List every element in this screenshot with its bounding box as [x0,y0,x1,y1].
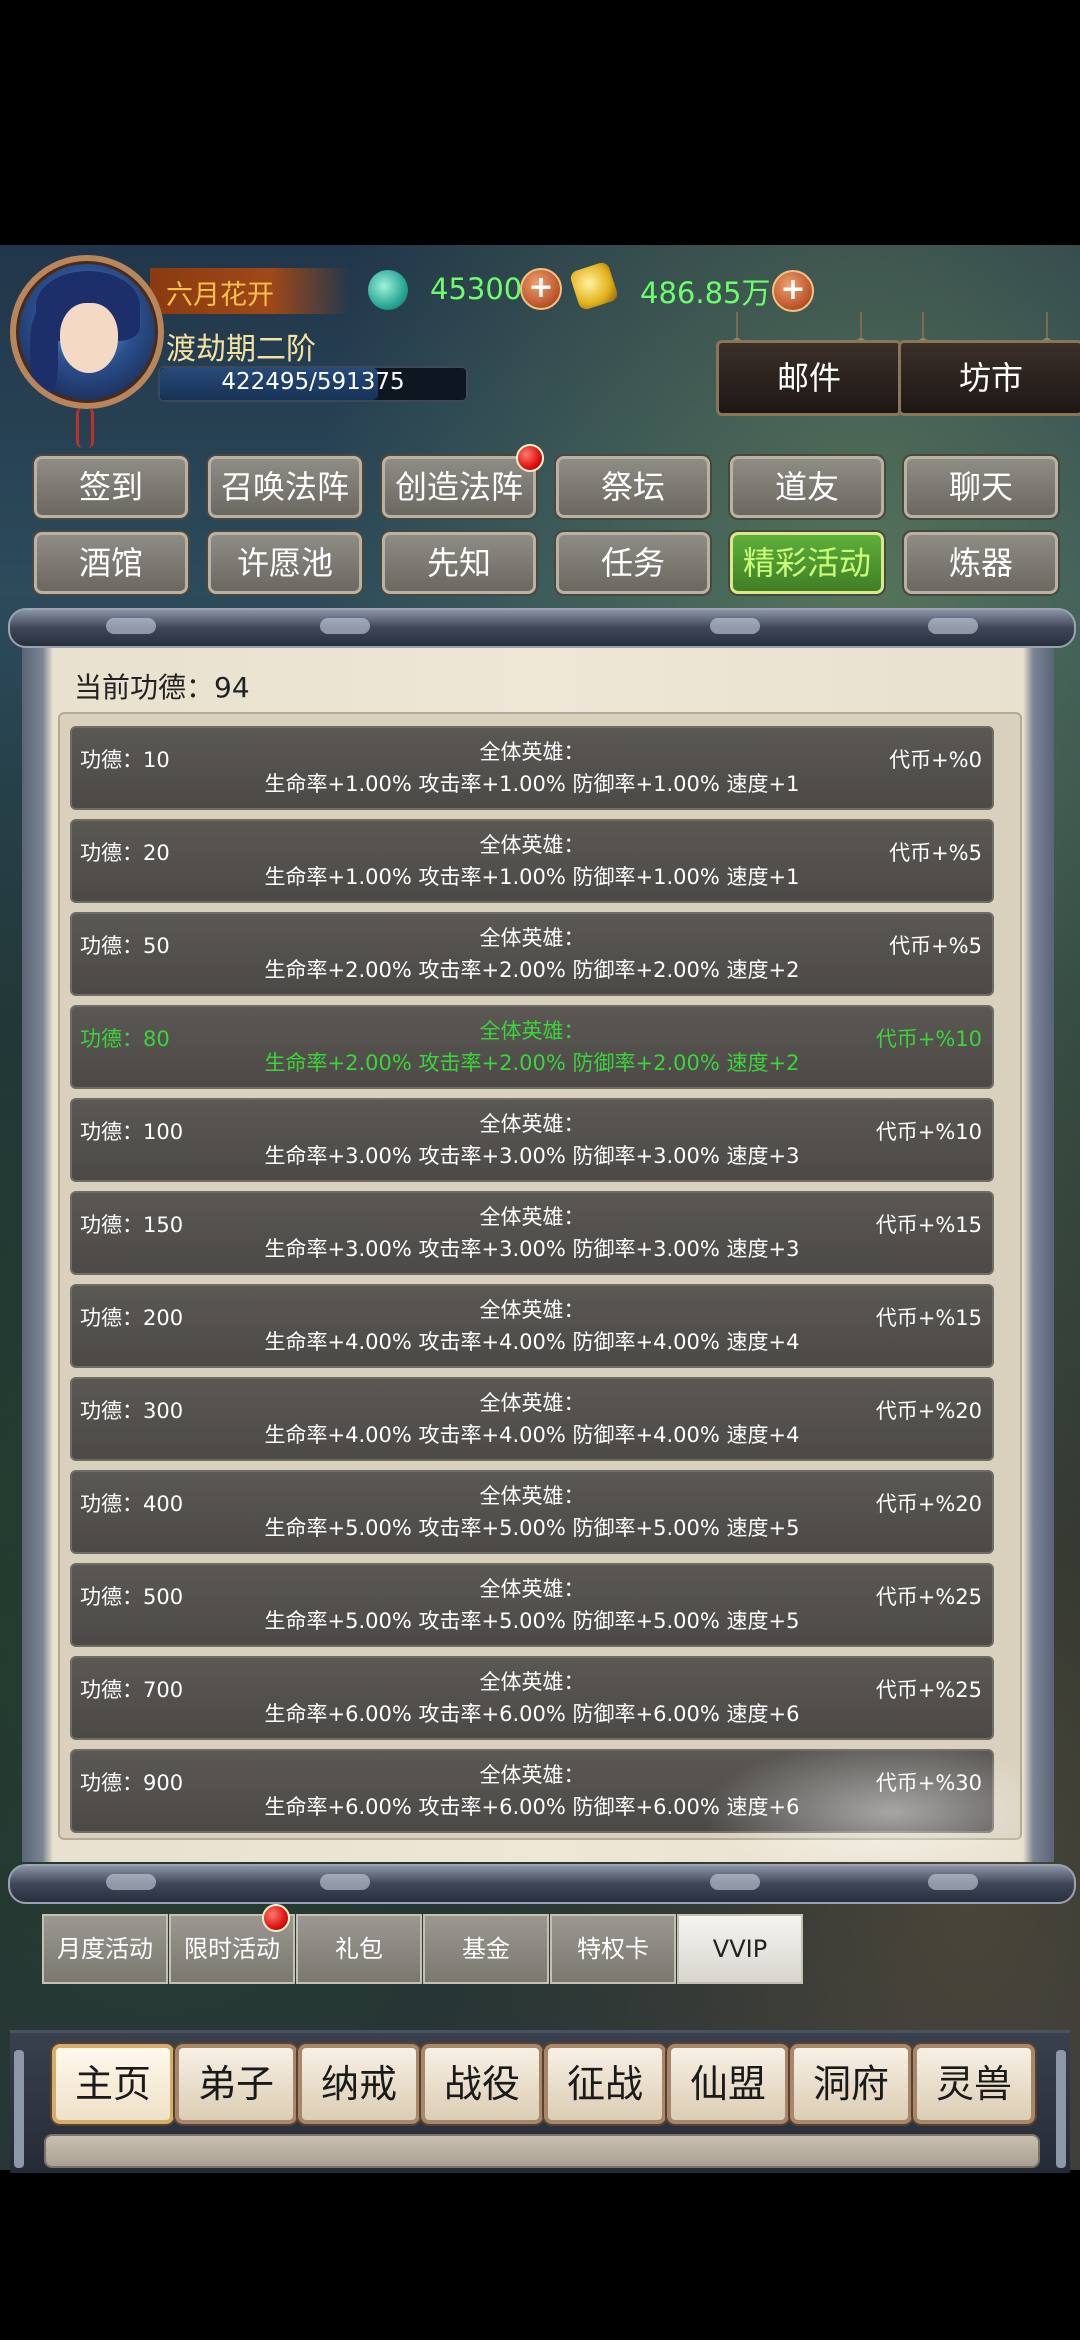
event-tab[interactable]: 特权卡 [550,1914,676,1984]
stat-bonus: 生命率+4.00% 攻击率+4.00% 防御率+4.00% 速度+4 [264,1330,800,1354]
all-heroes-label: 全体英雄： [479,1112,585,1136]
event-tab[interactable]: 月度活动 [42,1914,168,1984]
avatar-hair-lock [30,309,58,399]
currency-bonus: 代币+%5 [889,934,982,958]
event-tab[interactable]: 基金 [423,1914,549,1984]
stat-bonus: 生命率+5.00% 攻击率+5.00% 防御率+5.00% 速度+5 [264,1516,800,1540]
event-tab[interactable]: 礼包 [296,1914,422,1984]
all-heroes-label: 全体英雄： [479,1298,585,1322]
merit-row: 功德：50 全体英雄： 生命率+2.00% 攻击率+2.00% 防御率+2.00% … [70,912,994,996]
player-realm: 渡劫期二阶 [166,332,316,367]
player-name: 六月花开 [166,280,274,311]
merit-row: 功德：700 全体英雄： 生命率+6.00% 攻击率+6.00% 防御率+6.00%… [70,1656,994,1740]
menu-button[interactable]: 精彩活动 [730,532,884,594]
jade-amount: 45300 [430,272,523,306]
menu-button[interactable]: 许愿池 [208,532,362,594]
add-jade-button[interactable]: + [520,268,562,310]
tassel-ornament-icon [76,408,94,448]
stat-bonus: 生命率+3.00% 攻击率+3.00% 防御率+3.00% 速度+3 [264,1237,800,1261]
create-array-notification-dot [516,444,544,472]
all-heroes-label: 全体英雄： [479,1205,585,1229]
currency-bonus: 代币+%15 [875,1213,982,1237]
menu-button[interactable]: 酒馆 [34,532,188,594]
mist-decoration [700,1740,1020,1860]
merit-row: 功德：100 全体英雄： 生命率+3.00% 攻击率+3.00% 防御率+3.00%… [70,1098,994,1182]
scroll-rod-top [8,608,1076,648]
nav-scroll-track[interactable] [44,2134,1040,2168]
nav-button[interactable]: 洞府 [790,2044,912,2124]
currency-bonus: 代币+%25 [875,1585,982,1609]
menu-button[interactable]: 任务 [556,532,710,594]
exp-bar: 422495/591375 [158,366,468,402]
nav-left-post [14,2050,24,2168]
all-heroes-label: 全体英雄： [479,1577,585,1601]
hanger-ornament [732,312,742,348]
menu-button[interactable]: 签到 [34,456,188,518]
nav-button[interactable]: 弟子 [175,2044,297,2124]
merit-row: 功德：80 全体英雄： 生命率+2.00% 攻击率+2.00% 防御率+2.00% … [70,1005,994,1089]
menu-button[interactable]: 召唤法阵 [208,456,362,518]
merit-row: 功德：150 全体英雄： 生命率+3.00% 攻击率+3.00% 防御率+3.00%… [70,1191,994,1275]
stat-bonus: 生命率+4.00% 攻击率+4.00% 防御率+4.00% 速度+4 [264,1423,800,1447]
scroll-rod-bottom [8,1864,1076,1904]
currency-bonus: 代币+%15 [875,1306,982,1330]
stat-bonus: 生命率+1.00% 攻击率+1.00% 防御率+1.00% 速度+1 [264,865,800,889]
stat-bonus: 生命率+5.00% 攻击率+5.00% 防御率+5.00% 速度+5 [264,1609,800,1633]
currency-bonus: 代币+%20 [875,1492,982,1516]
currency-bonus: 代币+%10 [875,1027,982,1051]
menu-button[interactable]: 创造法阵 [382,456,536,518]
merit-row: 功德：300 全体英雄： 生命率+4.00% 攻击率+4.00% 防御率+4.00%… [70,1377,994,1461]
all-heroes-label: 全体英雄： [479,926,585,950]
avatar-face [60,303,118,373]
currency-bonus: 代币+%5 [889,841,982,865]
merit-row: 功德：500 全体英雄： 生命率+5.00% 攻击率+5.00% 防御率+5.00%… [70,1563,994,1647]
merit-row: 功德：20 全体英雄： 生命率+1.00% 攻击率+1.00% 防御率+1.00% … [70,819,994,903]
stat-bonus: 生命率+3.00% 攻击率+3.00% 防御率+3.00% 速度+3 [264,1144,800,1168]
nav-button[interactable]: 战役 [421,2044,543,2124]
currency-bonus: 代币+%10 [875,1120,982,1144]
add-gold-button[interactable]: + [772,270,814,312]
event-tab[interactable]: VVIP [677,1914,803,1984]
stat-bonus: 生命率+1.00% 攻击率+1.00% 防御率+1.00% 速度+1 [264,772,800,796]
player-avatar[interactable] [10,255,166,411]
nav-button[interactable]: 主页 [52,2044,174,2124]
exp-text: 422495/591375 [221,369,405,395]
hanger-ornament [918,312,928,348]
market-button[interactable]: 坊市 [898,340,1080,416]
all-heroes-label: 全体英雄： [479,833,585,857]
menu-button[interactable]: 祭坛 [556,456,710,518]
all-heroes-label: 全体英雄： [479,1670,585,1694]
gold-amount: 486.85万 [640,276,771,310]
hanger-ornament [1042,312,1052,348]
limited-event-notification-dot [262,1904,290,1932]
all-heroes-label: 全体英雄： [479,1391,585,1415]
all-heroes-label: 全体英雄： [479,1019,585,1043]
merit-row: 功德：200 全体英雄： 生命率+4.00% 攻击率+4.00% 防御率+4.00%… [70,1284,994,1368]
menu-button[interactable]: 先知 [382,532,536,594]
jade-icon [368,270,408,310]
merit-row: 功德：400 全体英雄： 生命率+5.00% 攻击率+5.00% 防御率+5.00%… [70,1470,994,1554]
all-heroes-label: 全体英雄： [479,740,585,764]
menu-button[interactable]: 炼器 [904,532,1058,594]
hanger-ornament [856,312,866,348]
menu-button[interactable]: 聊天 [904,456,1058,518]
currency-bonus: 代币+%0 [889,748,982,772]
merit-row: 功德：10 全体英雄： 生命率+1.00% 攻击率+1.00% 防御率+1.00% … [70,726,994,810]
nav-button[interactable]: 征战 [544,2044,666,2124]
nav-button[interactable]: 仙盟 [667,2044,789,2124]
currency-bonus: 代币+%25 [875,1678,982,1702]
nav-button[interactable]: 纳戒 [298,2044,420,2124]
avatar-portrait [10,255,164,409]
menu-button[interactable]: 道友 [730,456,884,518]
mail-button[interactable]: 邮件 [716,340,902,416]
current-merit-label: 当前功德：94 [74,671,250,704]
stat-bonus: 生命率+2.00% 攻击率+2.00% 防御率+2.00% 速度+2 [264,958,800,982]
nav-button[interactable]: 灵兽 [913,2044,1035,2124]
nav-right-post [1056,2050,1066,2168]
currency-bonus: 代币+%20 [875,1399,982,1423]
stat-bonus: 生命率+2.00% 攻击率+2.00% 防御率+2.00% 速度+2 [264,1051,800,1075]
all-heroes-label: 全体英雄： [479,1484,585,1508]
stat-bonus: 生命率+6.00% 攻击率+6.00% 防御率+6.00% 速度+6 [264,1702,800,1726]
